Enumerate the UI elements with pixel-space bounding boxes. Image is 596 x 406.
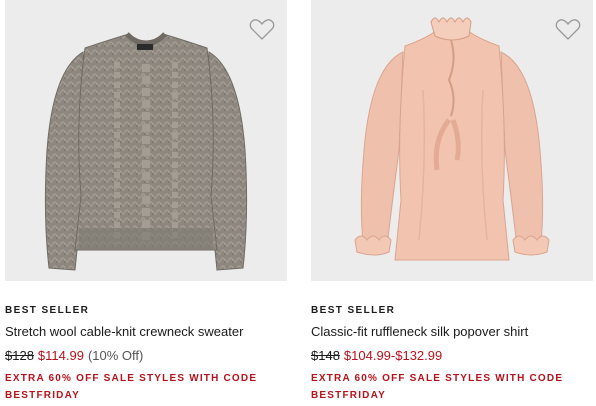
shirt-illustration xyxy=(354,17,550,261)
heart-outline-icon[interactable] xyxy=(249,17,275,41)
product-card: BEST SELLER Classic-fit ruffleneck silk … xyxy=(311,0,593,401)
sale-price: $114.99 xyxy=(37,348,84,363)
original-price: $128 xyxy=(5,348,34,363)
best-seller-badge: BEST SELLER xyxy=(5,305,90,316)
discount-percent: (10% Off) xyxy=(87,348,144,363)
price-row: $148 $104.99-$132.99 xyxy=(311,348,442,363)
sale-price: $104.99-$132.99 xyxy=(343,348,443,363)
best-seller-badge: BEST SELLER xyxy=(311,305,396,316)
heart-outline-icon[interactable] xyxy=(555,17,581,41)
product-title[interactable]: Classic-fit ruffleneck silk popover shir… xyxy=(311,324,528,339)
promo-text: EXTRA 60% OFF SALE STYLES WITH CODE BEST… xyxy=(311,373,564,401)
sweater-illustration xyxy=(44,32,248,271)
price-row: $128 $114.99 (10% Off) xyxy=(5,348,143,363)
product-card: BEST SELLER Stretch wool cable-knit crew… xyxy=(5,0,287,401)
product-title[interactable]: Stretch wool cable-knit crewneck sweater xyxy=(5,324,243,339)
product-image-sweater[interactable] xyxy=(5,0,287,281)
original-price: $148 xyxy=(311,348,340,363)
promo-text: EXTRA 60% OFF SALE STYLES WITH CODE BEST… xyxy=(5,373,258,401)
product-image-shirt[interactable] xyxy=(311,0,593,281)
